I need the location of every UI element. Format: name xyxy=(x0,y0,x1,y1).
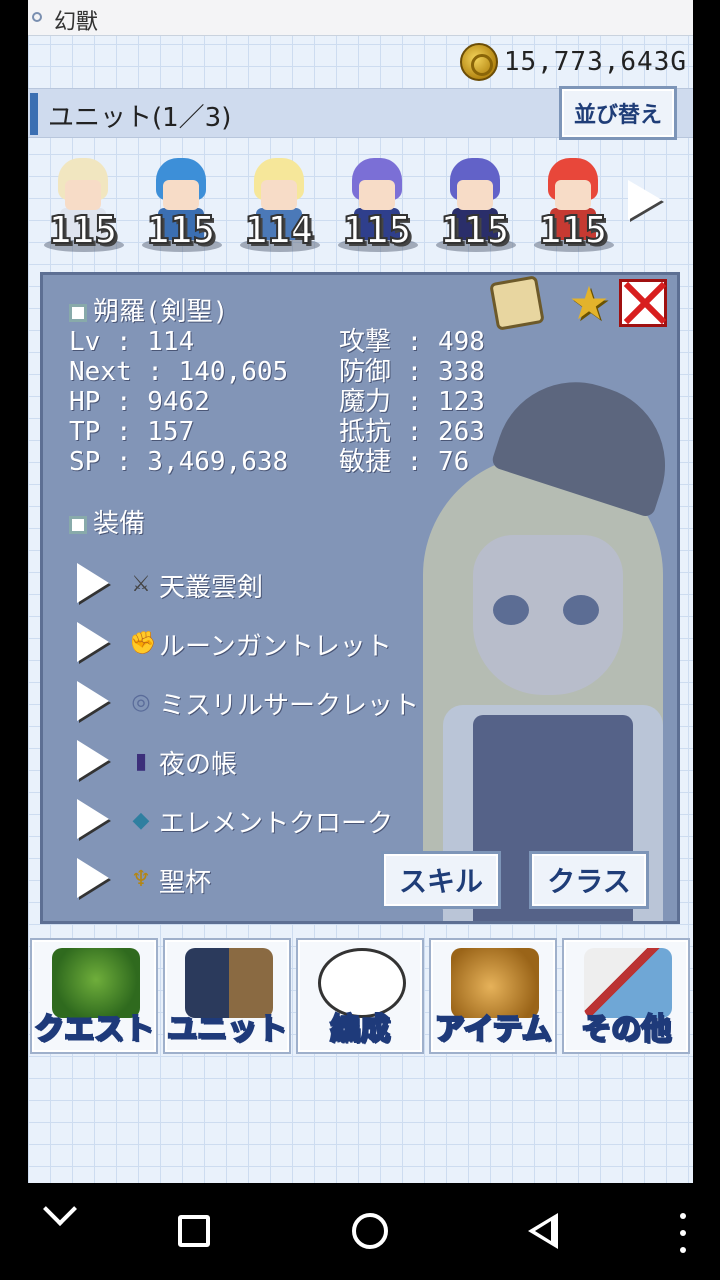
unit-slot[interactable]: 114 xyxy=(236,150,322,255)
unit-level: 115 xyxy=(440,207,511,253)
equipment-slot[interactable]: ◎ ミスリルサークレット xyxy=(77,679,477,727)
equipment-name: 夜の帳 xyxy=(159,750,238,780)
stat-row: 攻撃 : 498 xyxy=(339,327,485,357)
stat-row: 魔力 : 123 xyxy=(339,387,485,417)
stat-row: Next : 140,605 xyxy=(69,357,289,387)
unit-count-label: ユニット(1／3) xyxy=(48,103,232,133)
game-screen: 幻獸 15,773,643G ユニット(1／3) 並び替え 115 115 114 1… xyxy=(28,0,693,1183)
equipment-name: エレメントクローク xyxy=(159,809,394,839)
equipment-slot[interactable]: ✊ ルーンガントレット xyxy=(77,620,477,668)
equipment-name: 聖杯 xyxy=(159,868,212,898)
menu-button[interactable]: その他 xyxy=(562,938,690,1054)
equipment-name: ミスリルサークレット xyxy=(159,691,420,721)
unit-level: 115 xyxy=(342,207,413,253)
more-vert-icon[interactable] xyxy=(680,1213,686,1253)
stats-right: 攻撃 : 498 防御 : 338 魔力 : 123 抵抗 : 263 敏捷 :… xyxy=(339,327,485,477)
title-bar: 幻獸 xyxy=(28,0,693,36)
stat-row: 敏捷 : 76 xyxy=(339,447,470,477)
unit-sprite-face xyxy=(163,180,199,210)
main-menu: クエスト ユニット 編成 アイテム その他 xyxy=(28,938,693,1056)
menu-button[interactable]: 編成 xyxy=(296,938,424,1054)
menu-button[interactable]: ユニット xyxy=(163,938,291,1054)
chevron-down-icon[interactable] xyxy=(43,1192,77,1226)
equipment-name: 天叢雲剣 xyxy=(159,573,264,603)
chalice-icon: ♆ xyxy=(131,867,151,892)
recent-apps-icon[interactable] xyxy=(178,1215,210,1247)
bullet-icon xyxy=(69,516,87,534)
unit-sprite-face xyxy=(65,180,101,210)
stat-row: 防御 : 338 xyxy=(339,357,485,387)
app-status-icon xyxy=(32,12,42,22)
android-nav-bar xyxy=(0,1183,720,1280)
menu-button[interactable]: アイテム xyxy=(429,938,557,1054)
header-accent xyxy=(30,93,38,135)
gauntlet-icon: ✊ xyxy=(129,631,157,656)
scroll-icon[interactable] xyxy=(489,275,545,331)
menu-label: その他 xyxy=(580,1011,672,1048)
star-icon[interactable]: ★ xyxy=(565,279,613,327)
menu-button[interactable]: クエスト xyxy=(30,938,158,1054)
unit-sprite-face xyxy=(359,180,395,210)
unit-sprite-face xyxy=(261,180,297,210)
circlet-icon: ◎ xyxy=(131,690,151,715)
equipment-name: ルーンガントレット xyxy=(159,632,392,662)
bullet-icon xyxy=(69,304,87,322)
stat-row: 抵抗 : 263 xyxy=(339,417,485,447)
equipment-slot[interactable]: ◆ エレメントクローク xyxy=(77,797,477,845)
stat-row: HP : 9462 xyxy=(69,387,210,417)
unit-roster: 115 115 114 115 115 115 xyxy=(28,150,693,260)
back-icon[interactable] xyxy=(528,1213,558,1249)
unit-slot[interactable]: 115 xyxy=(334,150,420,255)
equipment-title: 装備 xyxy=(69,503,145,540)
unit-level: 115 xyxy=(48,207,119,253)
menu-label: ユニット xyxy=(166,1011,288,1048)
stats-left: 朔羅(剣聖) Lv : 114 Next : 140,605 HP : 9462… xyxy=(69,297,288,477)
equipment-slot[interactable]: ⚔ 天叢雲剣 xyxy=(77,561,477,609)
class-button[interactable]: クラス xyxy=(529,851,649,909)
play-arrow-icon xyxy=(77,681,109,721)
menu-label: アイテム xyxy=(434,1011,553,1048)
stat-row: SP : 3,469,638 xyxy=(69,447,289,477)
sort-button[interactable]: 並び替え xyxy=(559,86,677,140)
cape-icon: ◆ xyxy=(132,808,150,833)
unit-level: 114 xyxy=(244,207,315,253)
play-arrow-icon xyxy=(77,858,109,898)
gold-amount: 15,773,643G xyxy=(503,47,687,77)
stat-row: Lv : 114 xyxy=(69,327,195,357)
sword-icon: ⚔ xyxy=(131,572,151,597)
unit-slot[interactable]: 115 xyxy=(432,150,518,255)
unit-level: 115 xyxy=(146,207,217,253)
play-arrow-icon xyxy=(77,563,109,603)
skill-button[interactable]: スキル xyxy=(381,851,501,909)
play-arrow-icon xyxy=(77,622,109,662)
next-page-arrow-icon[interactable] xyxy=(628,180,662,220)
unit-sprite-face xyxy=(555,180,591,210)
menu-label: 編成 xyxy=(329,1011,391,1048)
gold-display: 15,773,643G xyxy=(459,43,687,81)
character-name: 朔羅(剣聖) xyxy=(93,297,229,327)
unit-slot[interactable]: 115 xyxy=(530,150,616,255)
unit-level: 115 xyxy=(538,207,609,253)
play-arrow-icon xyxy=(77,799,109,839)
app-title: 幻獸 xyxy=(54,10,99,35)
cloak-icon: ▮ xyxy=(134,749,148,774)
menu-label: クエスト xyxy=(33,1011,155,1048)
play-arrow-icon xyxy=(77,740,109,780)
unit-sprite-face xyxy=(457,180,493,210)
stat-row: TP : 157 xyxy=(69,417,195,447)
equipment-slot[interactable]: ▮ 夜の帳 xyxy=(77,738,477,786)
unit-slot[interactable]: 115 xyxy=(40,150,126,255)
home-icon[interactable] xyxy=(352,1213,388,1249)
dismiss-icon[interactable] xyxy=(619,279,667,327)
coin-icon xyxy=(459,43,498,81)
unit-detail-panel: 朔羅(剣聖) Lv : 114 Next : 140,605 HP : 9462… xyxy=(40,272,680,924)
unit-slot[interactable]: 115 xyxy=(138,150,224,255)
